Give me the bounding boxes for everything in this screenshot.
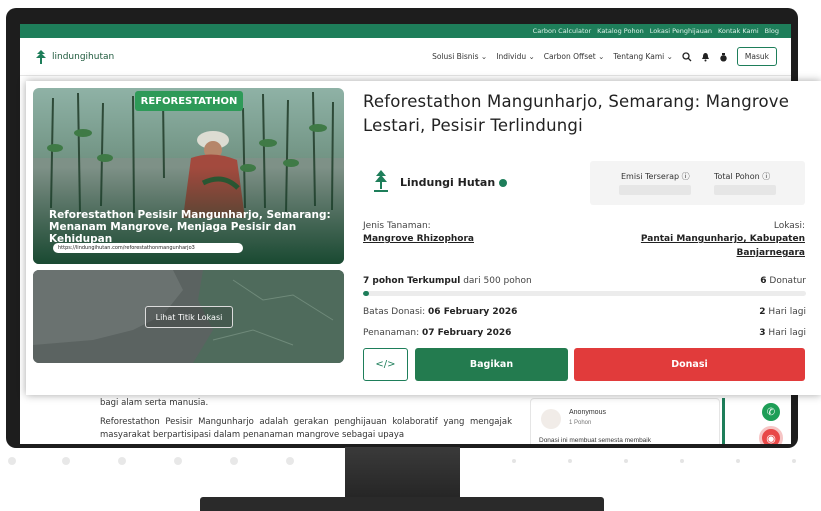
info-icon[interactable]: ⓘ [762, 172, 770, 181]
reforestathon-badge: REFORESTATHON [135, 91, 243, 111]
info-icon[interactable]: ⓘ [682, 172, 690, 181]
emisi-label: Emisi Terserap ⓘ [621, 172, 690, 181]
site-logo[interactable]: lindungihutan [34, 49, 114, 65]
progress-fill [363, 291, 370, 296]
campaign-description: bagi alam serta manusia. Reforestathon P… [100, 397, 512, 444]
nav-carbon-offset[interactable]: Carbon Offset ⌄ [544, 52, 605, 61]
donor-message: Donasi ini membuat semesta membaik [539, 437, 651, 444]
whatsapp-icon[interactable]: ✆ [762, 403, 780, 421]
brand-name: lindungihutan [52, 51, 115, 62]
impact-stats: Emisi Terserap ⓘ Total Pohon ⓘ [590, 161, 805, 205]
topbar-link-blog[interactable]: Blog [765, 27, 779, 35]
progress-summary: 7 pohon Terkumpul dari 500 pohon 6 Donat… [363, 276, 806, 286]
hero-url: https://lindungihutan.com/reforestathonm… [53, 243, 243, 253]
nav-tentang-kami[interactable]: Tentang Kami ⌄ [613, 52, 673, 61]
donor-card: Anonymous 1 Pohon Donasi ini membuat sem… [530, 398, 720, 444]
topbar-link-katalog-pohon[interactable]: Katalog Pohon [597, 27, 644, 35]
search-icon[interactable] [682, 51, 692, 62]
verified-icon [499, 179, 508, 187]
nav-solusi-bisnis[interactable]: Solusi Bisnis ⌄ [432, 52, 487, 61]
location-map: Lihat Titik Lokasi [33, 270, 344, 363]
main-navbar: lindungihutan Solusi Bisnis ⌄ Individu ⌄… [20, 38, 791, 76]
monitor-base [200, 497, 604, 511]
donate-button[interactable]: Donasi [574, 348, 805, 381]
lokasi-link[interactable]: Pantai Mangunharjo, Kabupaten Banjarnega… [641, 232, 805, 260]
nav-links: Solusi Bisnis ⌄ Individu ⌄ Carbon Offset… [432, 47, 777, 66]
donor-name: Anonymous [569, 409, 606, 416]
jenis-tanaman-label: Jenis Tanaman: [363, 221, 431, 231]
description-paragraph-2: Reforestathon Pesisir Mangunharjo adalah… [100, 417, 512, 440]
progress-bar [363, 291, 806, 296]
share-button[interactable]: Bagikan [415, 348, 568, 381]
embed-button[interactable]: </> [363, 348, 408, 381]
topbar-link-carbon-calculator[interactable]: Carbon Calculator [533, 27, 592, 35]
lokasi-label: Lokasi: [773, 221, 805, 231]
side-accent-bar [722, 398, 725, 444]
bell-icon[interactable] [701, 52, 710, 62]
planting-row: Penanaman: 07 February 2026 3 Hari lagi [363, 328, 806, 338]
tree-logo-icon [36, 49, 46, 64]
total-pohon-label: Total Pohon ⓘ [714, 172, 771, 181]
view-location-button[interactable]: Lihat Titik Lokasi [145, 306, 233, 328]
nav-individu[interactable]: Individu ⌄ [496, 52, 535, 61]
help-icon[interactable]: ◉ [759, 426, 783, 444]
pohon-value-placeholder [714, 185, 776, 195]
emisi-value-placeholder [619, 185, 691, 195]
avatar [541, 409, 561, 429]
donor-tree-count: 1 Pohon [569, 420, 592, 426]
campaign-hero-image: REFORESTATHON Reforestathon Pesisir Mang… [33, 88, 344, 264]
money-bag-icon[interactable] [719, 52, 728, 62]
topbar-link-kontak[interactable]: Kontak Kami [718, 27, 759, 35]
organizer-row: Lindungi Hutan Emisi Terserap ⓘ Total Po… [363, 161, 808, 205]
topbar-link-lokasi[interactable]: Lokasi Penghijauan [650, 27, 712, 35]
login-button[interactable]: Masuk [736, 47, 777, 66]
deadline-row: Batas Donasi: 06 February 2026 2 Hari la… [363, 307, 806, 317]
campaign-title: Reforestathon Mangunharjo, Semarang: Man… [363, 92, 790, 135]
monitor-stand [345, 447, 460, 497]
jenis-tanaman-link[interactable]: Mangrove Rhizophora [363, 232, 474, 246]
description-paragraph-1: bagi alam serta manusia. [100, 398, 209, 408]
hero-headline: Reforestathon Pesisir Mangunharjo, Semar… [49, 209, 331, 245]
organizer-name[interactable]: Lindungi Hutan [400, 176, 508, 189]
organizer-logo-icon [374, 170, 388, 192]
page-stage: Carbon Calculator Katalog Pohon Lokasi P… [0, 0, 821, 511]
top-utility-bar: Carbon Calculator Katalog Pohon Lokasi P… [20, 24, 791, 38]
campaign-header-card: REFORESTATHON Reforestathon Pesisir Mang… [26, 81, 821, 395]
